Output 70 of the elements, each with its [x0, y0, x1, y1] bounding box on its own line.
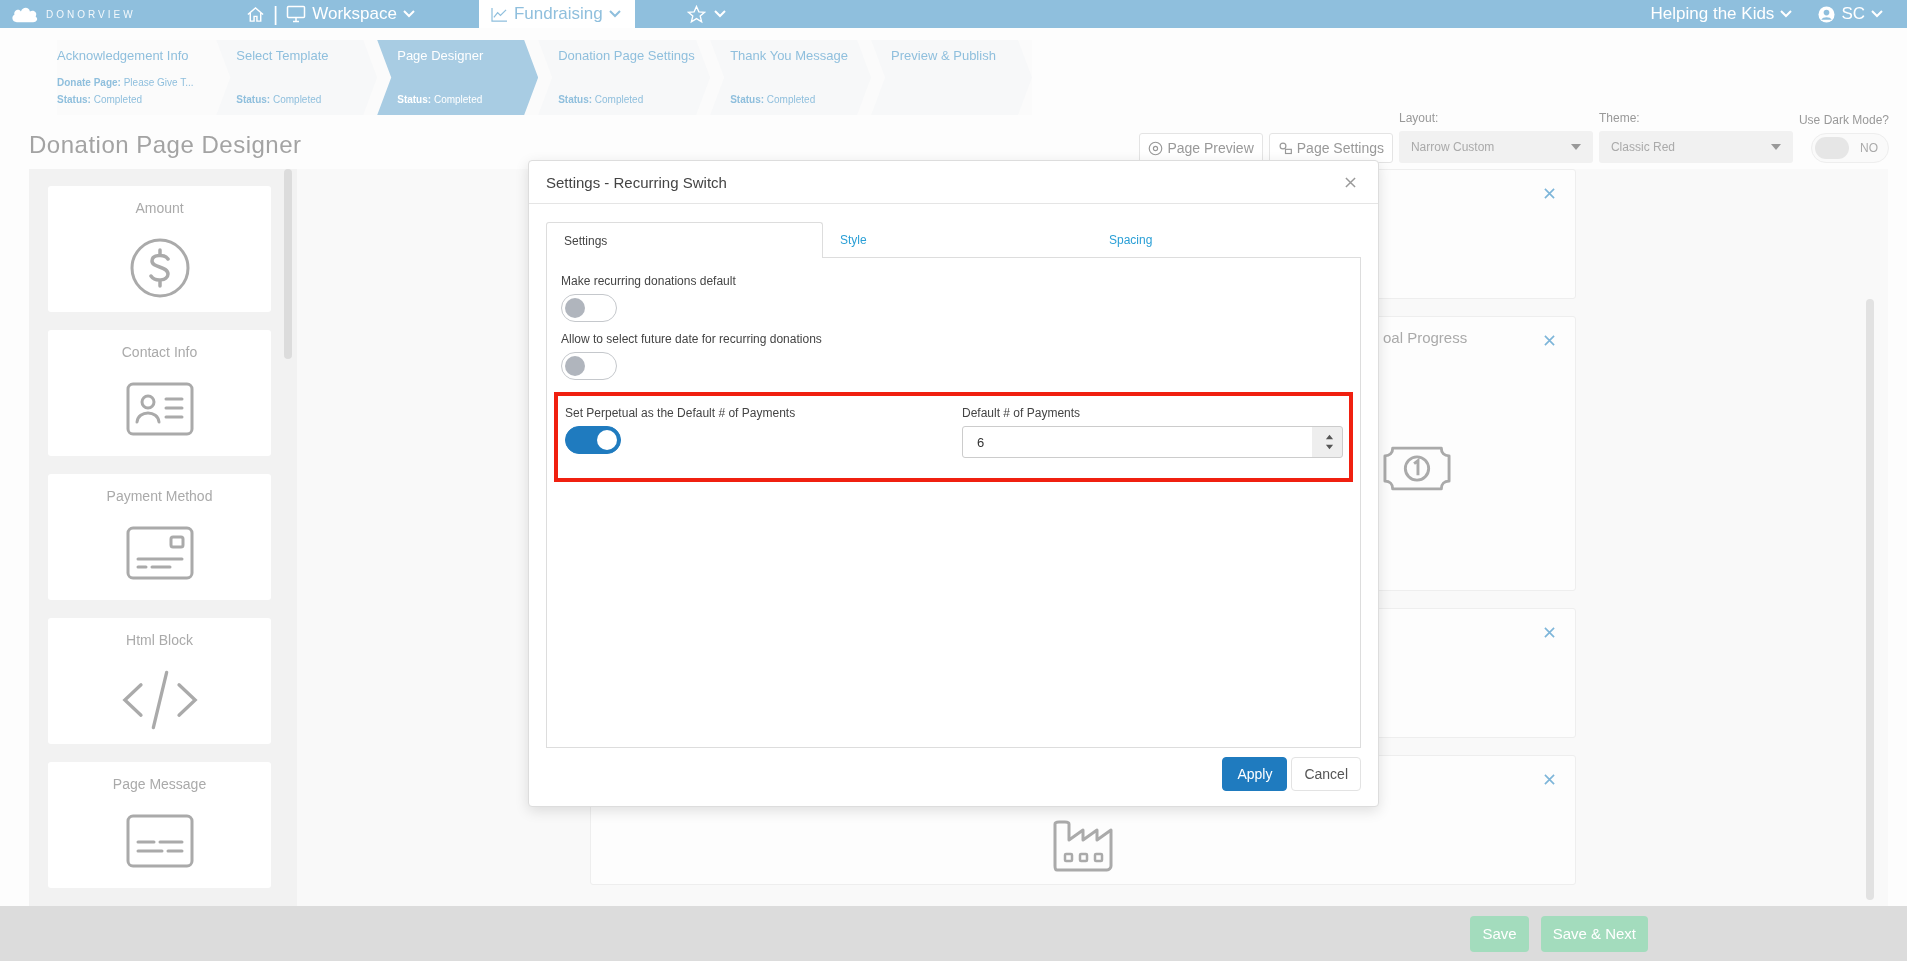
close-icon[interactable]	[1544, 627, 1555, 638]
dialog-tab[interactable]: Style	[823, 222, 1092, 258]
nav-separator: |	[273, 2, 279, 26]
close-icon[interactable]	[1544, 774, 1555, 785]
banknote-icon	[1383, 446, 1451, 491]
chevron-down-icon	[402, 10, 415, 18]
close-icon[interactable]	[1345, 176, 1356, 188]
wizard-step[interactable]: Page Designer Status: Completed	[377, 40, 539, 115]
wizard-step[interactable]: Donation Page Settings Status: Completed	[538, 40, 711, 115]
home-icon[interactable]	[246, 4, 265, 24]
block-title: oal Progress	[1383, 329, 1468, 346]
wizard-step[interactable]: Preview & Publish	[871, 40, 1033, 115]
brand-name: DONORVIEW	[46, 8, 136, 20]
layout-label: Layout:	[1398, 111, 1440, 125]
user-avatar-icon	[1818, 5, 1836, 23]
switch-label: Set Perpetual as the Default # of Payments	[565, 406, 796, 420]
close-icon[interactable]	[1544, 188, 1555, 199]
block-palette-item[interactable]: Page Message	[48, 762, 271, 888]
favorites-menu[interactable]	[686, 4, 726, 24]
contact-card-icon	[125, 382, 194, 436]
block-palette-item[interactable]: Amount	[48, 186, 271, 312]
theme-select[interactable]: Classic Red	[1598, 131, 1793, 163]
theme-label: Theme:	[1598, 111, 1641, 125]
wizard-step[interactable]: Select Template Status: Completed	[216, 40, 378, 115]
close-icon[interactable]	[1544, 335, 1555, 346]
monitor-icon	[286, 5, 307, 23]
dollar-circle-icon	[129, 238, 190, 298]
scrollbar-thumb[interactable]	[284, 169, 292, 359]
toggle-switch[interactable]	[561, 294, 617, 322]
user-menu[interactable]: SC	[1818, 0, 1895, 28]
nav-menu[interactable]: Fundraising	[478, 0, 635, 28]
layout-select[interactable]: Narrow Custom	[1398, 131, 1593, 163]
cancel-button[interactable]: Cancel	[1291, 757, 1361, 791]
apply-button[interactable]: Apply	[1222, 757, 1288, 791]
page-preview-button[interactable]: Page Preview	[1139, 133, 1263, 163]
page-settings-button[interactable]: Page Settings	[1268, 133, 1393, 163]
spinner-arrows-icon[interactable]	[1325, 433, 1334, 451]
block-palette-item[interactable]: Html Block	[48, 618, 271, 744]
organization-menu[interactable]: Helping the Kids	[1650, 0, 1805, 28]
toggle-switch[interactable]	[561, 352, 617, 380]
nav-menu[interactable]: Workspace	[286, 0, 427, 28]
factory-icon	[1053, 820, 1113, 872]
star-icon	[686, 4, 706, 24]
trend-chart-icon	[490, 6, 508, 22]
toggle-switch[interactable]	[565, 426, 621, 454]
block-palette-item[interactable]: Payment Method	[48, 474, 271, 600]
wizard-step[interactable]: Thank You Message Status: Completed	[710, 40, 872, 115]
message-block-icon	[125, 814, 194, 868]
cloud-heart-logo-icon	[10, 5, 40, 23]
field-label: Default # of Payments	[962, 406, 1081, 420]
page-title: Donation Page Designer	[29, 131, 302, 159]
dropdown-caret-icon	[1570, 144, 1581, 150]
switch-label: Allow to select future date for recurring donations	[561, 332, 822, 346]
chevron-down-icon	[713, 10, 726, 18]
block-palette-item[interactable]: Contact Info	[48, 330, 271, 456]
dark-mode-switch[interactable]: NO	[1811, 133, 1889, 163]
dark-mode-label: Use Dark Mode?	[1798, 113, 1889, 127]
dialog-tab[interactable]: Settings	[546, 222, 823, 258]
chevron-down-icon	[608, 10, 621, 18]
eye-icon	[1148, 140, 1164, 156]
switch-label: Make recurring donations default	[561, 274, 736, 288]
code-icon	[121, 670, 198, 730]
credit-card-icon	[125, 526, 194, 580]
dialog-tab[interactable]: Spacing	[1092, 222, 1361, 258]
chevron-down-icon	[1780, 10, 1793, 18]
dropdown-caret-icon	[1770, 144, 1781, 150]
dialog-title: Settings - Recurring Switch	[546, 173, 727, 191]
chevron-down-icon	[1871, 10, 1883, 18]
number-input-field[interactable]: 6	[962, 426, 1343, 458]
settings-icon	[1277, 140, 1293, 156]
